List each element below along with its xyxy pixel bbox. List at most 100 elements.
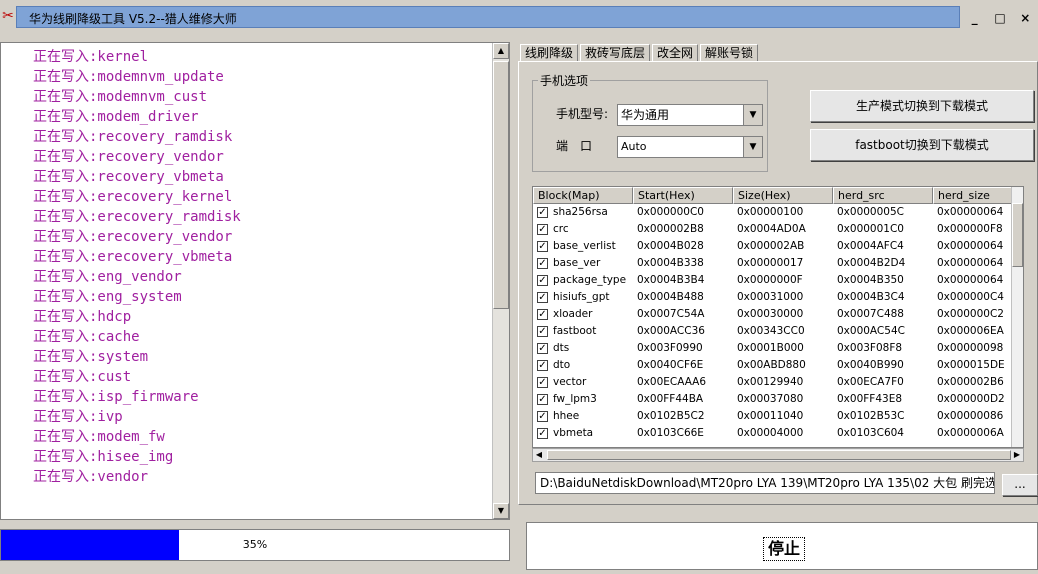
chevron-down-icon[interactable]: ▼ — [743, 137, 762, 157]
checkbox-icon[interactable]: ✓ — [537, 291, 548, 303]
table-row[interactable]: ✓ dts 0x003F0990 0x0001B000 0x003F08F8 0x0000… — [533, 340, 1023, 357]
checkbox-icon[interactable]: ✓ — [537, 274, 548, 286]
table-hscrollbar[interactable]: ◀ ▶ — [532, 448, 1024, 462]
log-line: 正在写入:erecovery_vendor — [33, 229, 233, 245]
table-row[interactable]: ✓ base_verlist 0x0004B028 0x000002AB 0x0004A… — [533, 238, 1023, 255]
fastboot-to-download-button[interactable]: fastboot切换到下载模式 — [810, 129, 1034, 161]
tab-bar: 线刷降级 救砖写底层 改全网 解账号锁 — [520, 44, 760, 62]
checkbox-icon[interactable]: ✓ — [537, 223, 548, 235]
log-line: 正在写入:hdcp — [33, 309, 132, 325]
model-select[interactable]: 华为通用 ▼ — [617, 104, 763, 126]
block-name: vector — [553, 376, 587, 388]
minimize-icon[interactable]: _ — [966, 10, 984, 26]
chevron-down-icon[interactable]: ▼ — [743, 105, 762, 125]
log-line: 正在写入:recovery_vbmeta — [33, 169, 224, 185]
table-row[interactable]: ✓ hhee 0x0102B5C2 0x00011040 0x0102B53C 0x000… — [533, 408, 1023, 425]
block-name: dts — [553, 342, 570, 354]
log-line: 正在写入:vendor — [33, 469, 149, 485]
block-name: vbmeta — [553, 427, 594, 439]
checkbox-icon[interactable]: ✓ — [537, 206, 548, 218]
port-select[interactable]: Auto ▼ — [617, 136, 763, 158]
scroll-left-icon[interactable]: ◀ — [533, 449, 545, 461]
tab-unbrick[interactable]: 救砖写底层 — [580, 44, 651, 62]
stop-button[interactable]: 停止 — [526, 522, 1038, 570]
block-name: hhee — [553, 410, 580, 422]
table-row[interactable]: ✓ sha256rsa 0x000000C0 0x00000100 0x0000005C… — [533, 204, 1023, 221]
checkbox-icon[interactable]: ✓ — [537, 325, 548, 337]
table-row[interactable]: ✓ xloader 0x0007C54A 0x00030000 0x0007C488 0x… — [533, 306, 1023, 323]
table-cell-name: ✓ dts — [533, 340, 633, 357]
progress-bar: 35% — [0, 529, 510, 561]
tab-unlock-account[interactable]: 解账号锁 — [700, 44, 759, 62]
table-cell: 0x00ECA7F0 — [837, 376, 904, 388]
block-name: base_ver — [553, 257, 601, 269]
column-header[interactable]: herd_size — [933, 187, 1013, 204]
log-line: 正在写入:hisee_img — [33, 449, 174, 465]
log-line: 正在写入:isp_firmware — [33, 389, 199, 405]
table-cell: 0x0000005C — [837, 206, 904, 218]
log-line: 正在写入:eng_vendor — [33, 269, 182, 285]
browse-button[interactable]: ... — [1002, 474, 1038, 496]
group-title: 手机选项 — [538, 72, 591, 89]
close-icon[interactable]: × — [1016, 10, 1034, 26]
column-header[interactable]: herd_src — [833, 187, 933, 204]
firmware-path-input[interactable]: D:\BaiduNetdiskDownload\MT20pro LYA 139\… — [535, 472, 995, 494]
column-header[interactable]: Size(Hex) — [733, 187, 833, 204]
table-row[interactable]: ✓ package_type 0x0004B3B4 0x0000000F 0x0004B… — [533, 272, 1023, 289]
checkbox-icon[interactable]: ✓ — [537, 427, 548, 439]
prod-to-download-button[interactable]: 生产模式切换到下载模式 — [810, 90, 1034, 122]
table-cell-name: ✓ fw_lpm3 — [533, 391, 633, 408]
table-row[interactable]: ✓ hisiufs_gpt 0x0004B488 0x00031000 0x0004B3… — [533, 289, 1023, 306]
table-row[interactable]: ✓ base_ver 0x0004B338 0x00000017 0x0004B2D4 0… — [533, 255, 1023, 272]
table-hscroll-thumb[interactable] — [547, 450, 1011, 460]
column-header[interactable]: Block(Map) — [533, 187, 633, 204]
table-cell: 0x0004B338 — [637, 257, 704, 269]
log-line: 正在写入:modemnvm_update — [33, 69, 224, 85]
checkbox-icon[interactable]: ✓ — [537, 410, 548, 422]
table-cell: 0x0004AD0A — [737, 223, 806, 235]
table-row[interactable]: ✓ fw_lpm3 0x00FF44BA 0x00037080 0x00FF43E8 0x… — [533, 391, 1023, 408]
checkbox-icon[interactable]: ✓ — [537, 240, 548, 252]
checkbox-icon[interactable]: ✓ — [537, 376, 548, 388]
scroll-up-icon[interactable]: ▲ — [493, 43, 509, 59]
scroll-thumb[interactable] — [493, 61, 509, 309]
table-cell: 0x000002AB — [737, 240, 805, 252]
table-scrollbar[interactable] — [1011, 187, 1023, 447]
checkbox-icon[interactable]: ✓ — [537, 308, 548, 320]
checkbox-icon[interactable]: ✓ — [537, 257, 548, 269]
table-cell-name: ✓ sha256rsa — [533, 204, 633, 221]
tab-change-region[interactable]: 改全网 — [652, 44, 699, 62]
table-row[interactable]: ✓ crc 0x000002B8 0x0004AD0A 0x000001C0 0x0000… — [533, 221, 1023, 238]
log-panel: 正在写入:kernel 正在写入:modemnvm_update 正在写入:mode… — [0, 42, 510, 520]
port-label: 端 口 — [556, 139, 593, 153]
log-scrollbar[interactable]: ▲ ▼ — [492, 43, 509, 519]
app-icon: ✂ — [2, 8, 14, 24]
table-row[interactable]: ✓ vector 0x00ECAAA6 0x00129940 0x00ECA7F0 0x0… — [533, 374, 1023, 391]
scroll-down-icon[interactable]: ▼ — [493, 503, 509, 519]
table-cell: 0x000ACC36 — [637, 325, 705, 337]
table-cell: 0x00037080 — [737, 393, 804, 405]
table-scroll-thumb[interactable] — [1012, 203, 1023, 267]
table-row[interactable]: ✓ dto 0x0040CF6E 0x00ABD880 0x0040B990 0x0000… — [533, 357, 1023, 374]
table-cell: 0x0103C604 — [837, 427, 904, 439]
model-value: 华为通用 — [621, 108, 670, 122]
log-line: 正在写入:recovery_vendor — [33, 149, 224, 165]
table-row[interactable]: ✓ vbmeta 0x0103C66E 0x00004000 0x0103C604 0x0… — [533, 425, 1023, 442]
scroll-right-icon[interactable]: ▶ — [1011, 449, 1023, 461]
table-cell-name: ✓ fastboot — [533, 323, 633, 340]
tab-flash-downgrade[interactable]: 线刷降级 — [520, 44, 579, 62]
maximize-icon[interactable]: □ — [991, 10, 1009, 26]
table-cell: 0x00ABD880 — [737, 359, 806, 371]
log-line: 正在写入:cache — [33, 329, 140, 345]
table-cell: 0x000006EA — [937, 325, 1004, 337]
table-row[interactable]: ✓ fastboot 0x000ACC36 0x00343CC0 0x000AC54C 0… — [533, 323, 1023, 340]
log-line: 正在写入:modemnvm_cust — [33, 89, 208, 105]
column-header[interactable]: Start(Hex) — [633, 187, 733, 204]
checkbox-icon[interactable]: ✓ — [537, 393, 548, 405]
table-cell: 0x00000098 — [937, 342, 1004, 354]
checkbox-icon[interactable]: ✓ — [537, 359, 548, 371]
checkbox-icon[interactable]: ✓ — [537, 342, 548, 354]
table-cell: 0x003F0990 — [637, 342, 703, 354]
log-line: 正在写入:erecovery_kernel — [33, 189, 233, 205]
log-line: 正在写入:eng_system — [33, 289, 182, 305]
